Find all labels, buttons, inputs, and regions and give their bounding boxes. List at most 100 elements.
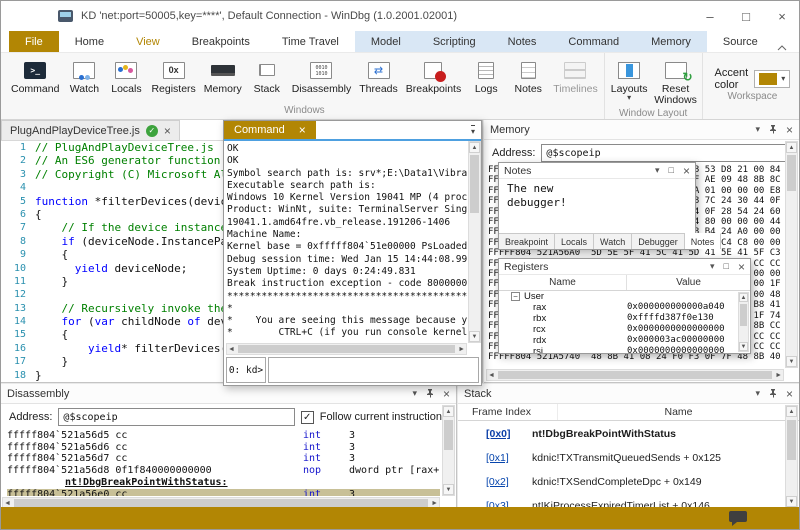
tab-command[interactable]: Command × bbox=[224, 121, 316, 139]
disasm-row[interactable]: fffff804`521a56d5 ccint3 bbox=[7, 430, 440, 442]
breakpoints-icon bbox=[418, 59, 448, 81]
tab-breakpoints[interactable]: Breakpoints bbox=[176, 31, 266, 52]
feedback-icon[interactable] bbox=[729, 511, 747, 522]
register-row[interactable]: rdx0x000003ac00000000 bbox=[499, 335, 750, 346]
tab-memory[interactable]: Memory bbox=[635, 31, 707, 52]
registers-scrollbar[interactable]: ▲ ▼ bbox=[738, 292, 749, 352]
breakpoints-button[interactable]: Breakpoints bbox=[402, 57, 465, 97]
reset-windows-icon: ↻ bbox=[661, 59, 691, 81]
command-vertical-scrollbar[interactable]: ▲ ▼ bbox=[468, 141, 481, 343]
chevron-down-icon[interactable]: ▾ bbox=[755, 125, 760, 134]
disasm-row[interactable]: fffff804`521a56d6 ccint3 bbox=[7, 442, 440, 454]
threads-button[interactable]: ⇄ Threads bbox=[355, 57, 402, 97]
close-icon[interactable]: × bbox=[786, 124, 793, 136]
close-icon[interactable]: × bbox=[164, 124, 171, 138]
register-group-user[interactable]: −User bbox=[499, 291, 750, 302]
tab-home[interactable]: Home bbox=[59, 31, 120, 52]
frame-index-link[interactable]: [0x1] bbox=[460, 452, 532, 464]
disasm-row[interactable]: fffff804`521a56d7 ccint3 bbox=[7, 453, 440, 465]
document-list-icon[interactable]: ▾ bbox=[471, 125, 475, 136]
notes-button[interactable]: Notes bbox=[507, 57, 549, 97]
close-icon[interactable]: × bbox=[738, 261, 745, 273]
disassembly-address-input[interactable] bbox=[58, 408, 294, 426]
maximize-icon[interactable]: □ bbox=[739, 9, 753, 24]
tab-model[interactable]: Model bbox=[355, 31, 417, 52]
notes-tab-watch[interactable]: Watch bbox=[594, 234, 632, 249]
reset-windows-button[interactable]: ↻ Reset Windows bbox=[652, 57, 700, 108]
command-input[interactable] bbox=[268, 357, 479, 383]
frame-index-link[interactable]: [0x0] bbox=[460, 428, 532, 440]
stack-vertical-scrollbar[interactable]: ▲ ▼ bbox=[785, 405, 798, 508]
pin-icon[interactable] bbox=[426, 388, 434, 400]
notes-header[interactable]: Notes ▾ □ × bbox=[499, 163, 695, 179]
disasm-row[interactable]: fffff804`521a56d8 0f1f840000000000nopdwo… bbox=[7, 465, 440, 477]
memory-horizontal-scrollbar[interactable]: ◄► bbox=[486, 369, 784, 381]
command-horizontal-scrollbar[interactable]: ◄► bbox=[226, 343, 467, 355]
registers-header[interactable]: Registers ▾ □ × bbox=[499, 259, 750, 275]
chevron-down-icon[interactable]: ▾ bbox=[655, 166, 660, 175]
frame-index-link[interactable]: [0x3] bbox=[460, 500, 532, 507]
close-icon[interactable]: × bbox=[775, 9, 789, 24]
follow-instruction-checkbox[interactable]: ✓ Follow current instruction bbox=[301, 411, 442, 424]
collapse-ribbon-icon[interactable] bbox=[777, 38, 787, 56]
chevron-down-icon[interactable]: ▾ bbox=[412, 389, 417, 398]
memory-vertical-scrollbar[interactable]: ▲ ▼ bbox=[785, 141, 798, 368]
notes-tab-debugger[interactable]: Debugger bbox=[632, 234, 685, 249]
disasm-row[interactable]: fffff804`521a56e0 ccint3 bbox=[7, 489, 440, 496]
memory-button[interactable]: Memory bbox=[200, 57, 246, 97]
tab-file[interactable]: File bbox=[9, 31, 59, 52]
stack-title: Stack bbox=[464, 388, 755, 400]
register-row[interactable]: rbx0xffffd387f0e130 bbox=[499, 313, 750, 324]
close-icon[interactable]: × bbox=[683, 165, 690, 177]
pin-icon[interactable] bbox=[769, 124, 777, 136]
command-output-line: Product: WinNt, suite: TerminalServer Si… bbox=[227, 204, 467, 216]
register-row[interactable]: rcx0x0000000000000000 bbox=[499, 324, 750, 335]
command-output-line: Kernel base = 0xfffff804`51e00000 PsLoad… bbox=[227, 241, 467, 253]
tab-view[interactable]: View bbox=[120, 31, 176, 52]
memory-address-input[interactable] bbox=[541, 144, 791, 162]
register-row[interactable]: rsi0x0000000000000000 bbox=[499, 346, 750, 353]
tab-command[interactable]: Command bbox=[552, 31, 635, 52]
frame-index-link[interactable]: [0x2] bbox=[460, 476, 532, 488]
notes-tab-breakpoint[interactable]: Breakpoint bbox=[499, 234, 555, 249]
registers-rows: −Userrax0x000000000000a040rbx0xffffd387f… bbox=[499, 291, 750, 353]
memory-icon bbox=[208, 59, 238, 81]
notes-icon bbox=[513, 59, 543, 81]
maximize-icon[interactable]: □ bbox=[669, 166, 674, 175]
tab-time-travel[interactable]: Time Travel bbox=[266, 31, 355, 52]
stack-button[interactable]: Stack bbox=[246, 57, 288, 97]
disassembly-button[interactable]: 00101010 Disassembly bbox=[288, 57, 356, 97]
chevron-down-icon[interactable]: ▾ bbox=[710, 262, 715, 271]
layouts-button[interactable]: Layouts ▾ bbox=[607, 57, 652, 103]
disassembly-vertical-scrollbar[interactable]: ▲ ▼ bbox=[442, 405, 455, 496]
registers-button[interactable]: 0x Registers bbox=[147, 57, 199, 97]
command-button[interactable]: >_ Command bbox=[7, 57, 63, 97]
minimize-icon[interactable]: – bbox=[703, 9, 717, 24]
tab-scripting[interactable]: Scripting bbox=[417, 31, 492, 52]
timelines-icon bbox=[560, 59, 590, 81]
pin-icon[interactable] bbox=[769, 388, 777, 400]
stack-column-headers: Frame Index Name bbox=[458, 404, 799, 421]
watch-button[interactable]: Watch bbox=[63, 57, 105, 97]
close-icon[interactable]: × bbox=[786, 388, 793, 400]
disassembly-title: Disassembly bbox=[7, 388, 412, 400]
disassembly-listing[interactable]: fffff804`521a56d4 ccint3fffff804`521a56d… bbox=[7, 426, 440, 496]
chevron-down-icon: ▾ bbox=[781, 76, 785, 82]
notes-text[interactable]: The new debugger! bbox=[499, 179, 695, 233]
tab-source[interactable]: Source bbox=[707, 31, 774, 52]
maximize-icon[interactable]: □ bbox=[724, 262, 729, 271]
logs-button[interactable]: Logs bbox=[465, 57, 507, 97]
close-icon[interactable]: × bbox=[443, 388, 450, 400]
notes-tab-locals[interactable]: Locals bbox=[555, 234, 594, 249]
notes-tab-notes[interactable]: Notes bbox=[685, 233, 722, 249]
watch-icon bbox=[69, 59, 99, 81]
command-output-line: System Uptime: 0 days 0:24:49.831 bbox=[227, 266, 467, 278]
accent-color-picker[interactable]: ▾ bbox=[754, 70, 790, 88]
command-output[interactable]: OKOKSymbol search path is: srv*;E:\Data1… bbox=[227, 143, 467, 343]
tab-notes[interactable]: Notes bbox=[492, 31, 553, 52]
register-row[interactable]: rax0x000000000000a040 bbox=[499, 302, 750, 313]
chevron-down-icon[interactable]: ▾ bbox=[755, 389, 760, 398]
locals-button[interactable]: Locals bbox=[105, 57, 147, 97]
tab-plugandplaydevicetree[interactable]: PlugAndPlayDeviceTree.js ✓ × bbox=[1, 120, 180, 140]
close-icon[interactable]: × bbox=[299, 123, 306, 137]
